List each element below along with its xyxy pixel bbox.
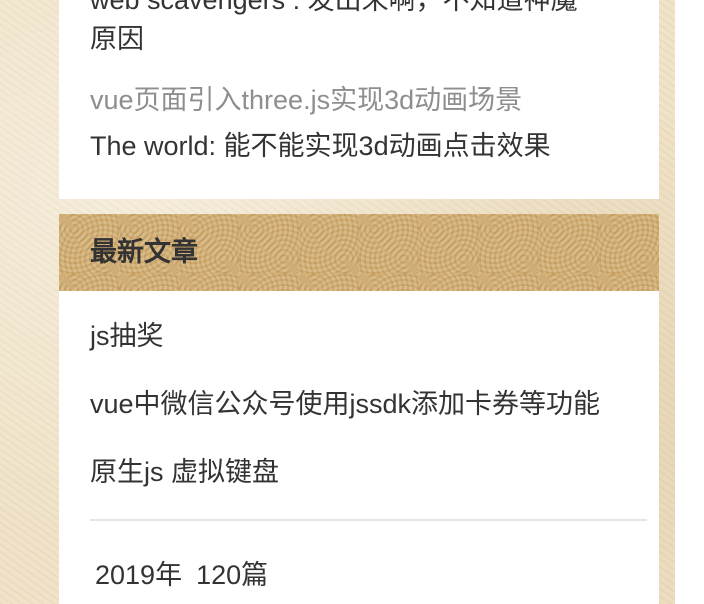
post-link[interactable]: vue中微信公众号使用jssdk添加卡券等功能 bbox=[90, 386, 600, 422]
scrollbar-track bbox=[675, 0, 704, 604]
comment-text: The world: 能不能实现3d动画点击效果 bbox=[90, 131, 551, 161]
divider bbox=[90, 519, 647, 521]
widget-title: 最新文章 bbox=[90, 237, 198, 267]
comment-text-truncated: web scavengers : 发出来啊，不知道神魔 bbox=[90, 0, 578, 15]
post-link[interactable]: 原生js 虚拟键盘 bbox=[90, 454, 279, 490]
recent-comments-widget: web scavengers : 发出来啊，不知道神魔 原因 vue页面引入th… bbox=[59, 0, 659, 199]
comment-text-continued: 原因 bbox=[90, 24, 144, 54]
latest-posts-widget: 最新文章 js抽奖 vue中微信公众号使用jssdk添加卡券等功能 原生js 虚… bbox=[59, 214, 659, 604]
widget-header: 最新文章 bbox=[59, 214, 659, 291]
archive-summary: 2019年 120篇 bbox=[95, 557, 282, 593]
archive-count: 120篇 bbox=[196, 560, 269, 590]
comment-post-link[interactable]: vue页面引入three.js实现3d动画场景 bbox=[90, 82, 522, 118]
archive-year[interactable]: 2019年 bbox=[95, 560, 182, 590]
post-link[interactable]: js抽奖 bbox=[90, 318, 164, 354]
